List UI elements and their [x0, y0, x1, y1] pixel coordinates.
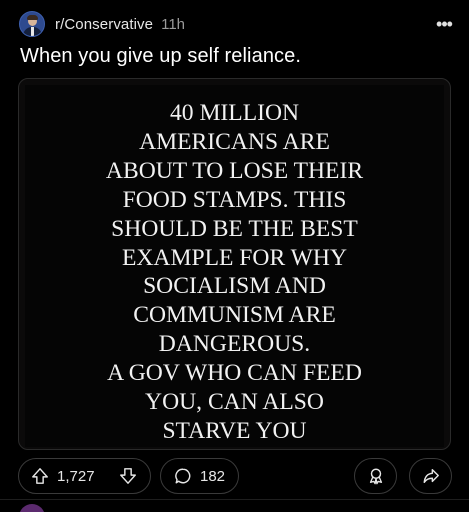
meme-line: STARVE YOU	[162, 417, 307, 444]
meme-line: EXAMPLE FOR WHY	[121, 244, 348, 271]
meme-line: COMMUNISM ARE	[133, 302, 336, 329]
upvote-arrow-icon[interactable]	[31, 467, 49, 485]
meme-line: AMERICANS ARE	[139, 128, 330, 155]
share-button[interactable]	[409, 458, 452, 494]
action-bar: 1,727 182	[18, 458, 455, 494]
comments-button[interactable]: 182	[160, 458, 239, 494]
downvote-arrow-icon[interactable]	[119, 467, 137, 485]
comment-bubble-icon	[174, 467, 192, 485]
score-count: 1,727	[57, 467, 95, 485]
meme-image-area: 40 MILLION AMERICANS ARE ABOUT TO LOSE T…	[25, 85, 444, 447]
vote-control: 1,727	[18, 458, 151, 494]
meme-line: YOU, CAN ALSO	[145, 389, 324, 416]
post-card: r/Conservative 11h ••• When you give up …	[0, 0, 469, 512]
meme-line: A GOV WHO CAN FEED	[107, 360, 362, 387]
share-arrow-icon	[422, 467, 440, 485]
more-options-button[interactable]: •••	[433, 13, 455, 35]
community-name[interactable]: r/Conservative	[55, 16, 153, 33]
award-icon	[367, 467, 385, 485]
meme-line: 40 MILLION	[169, 100, 300, 126]
feed-divider	[0, 499, 469, 500]
post-title[interactable]: When you give up self reliance.	[20, 45, 453, 68]
post-image[interactable]: 40 MILLION AMERICANS ARE ABOUT TO LOSE T…	[18, 78, 451, 450]
post-header: r/Conservative 11h •••	[19, 10, 455, 38]
post-time: 11h	[161, 15, 186, 33]
community-avatar[interactable]	[19, 11, 45, 37]
meme-text: 40 MILLION AMERICANS ARE ABOUT TO LOSE T…	[25, 99, 444, 446]
meme-line: DANGEROUS.	[158, 331, 311, 358]
meme-line: SHOULD BE THE BEST	[111, 215, 358, 242]
award-button[interactable]	[354, 458, 397, 494]
meme-line: SOCIALISM AND	[143, 273, 326, 300]
meme-line: FOOD STAMPS. THIS	[122, 186, 347, 213]
meme-line: ABOUT TO LOSE THEIR	[105, 157, 364, 184]
more-dots-icon: •••	[436, 14, 453, 34]
next-post-avatar[interactable]	[19, 504, 45, 512]
comment-count: 182	[200, 467, 226, 485]
